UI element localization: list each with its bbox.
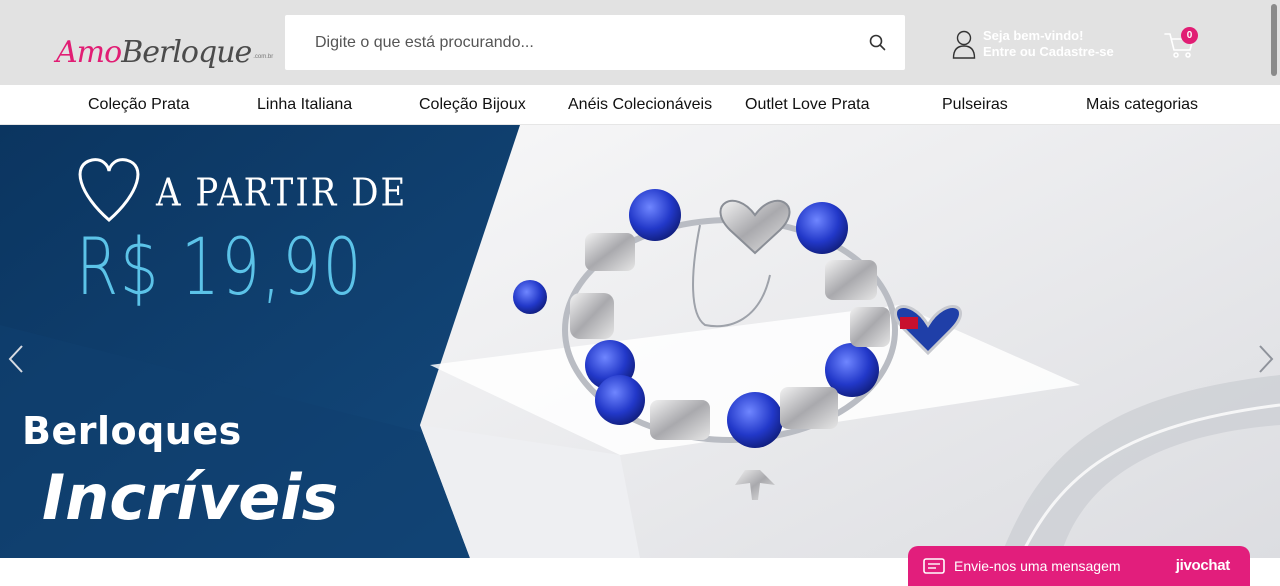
logo-text-berloque: Berloque: [121, 35, 252, 70]
chat-label: Envie-nos uma mensagem: [954, 558, 1121, 574]
nav-item-aneis-colecionaveis[interactable]: Anéis Colecionáveis: [568, 85, 712, 125]
scrollbar-thumb[interactable]: [1271, 4, 1277, 76]
logo-text-amo: Amo: [56, 35, 122, 70]
nav-item-outlet-love-prata[interactable]: Outlet Love Prata: [745, 85, 870, 125]
site-logo[interactable]: AmoBerloque .com.br: [56, 22, 273, 68]
search-icon: [869, 34, 885, 51]
promo-price: R$ 19,90: [76, 223, 363, 313]
hero-banner[interactable]: A PARTIR DE R$ 19,90 Berloques Incríveis: [0, 125, 1280, 558]
search-button[interactable]: [849, 15, 905, 70]
search-input[interactable]: [285, 15, 849, 70]
site-header: AmoBerloque .com.br Seja bem-vindo! Entr…: [0, 0, 1280, 85]
logo-domain: .com.br: [253, 54, 274, 60]
promo-label: A PARTIR DE: [156, 170, 408, 216]
chat-widget[interactable]: Envie-nos uma mensagem jivochat: [908, 546, 1250, 586]
nav-item-mais-categorias[interactable]: Mais categorias: [1086, 85, 1198, 125]
login-register-link[interactable]: Entre ou Cadastre-se: [983, 44, 1114, 60]
search-bar: [285, 15, 905, 70]
message-icon: [923, 558, 945, 574]
carousel-next-button[interactable]: [1252, 337, 1280, 381]
account-link[interactable]: Seja bem-vindo! Entre ou Cadastre-se: [952, 28, 1114, 60]
chat-brand: jivochat: [1175, 557, 1231, 574]
banner-headline: Berloques: [22, 409, 242, 453]
promo-header: A PARTIR DE: [76, 165, 407, 221]
nav-item-colecao-prata[interactable]: Coleção Prata: [88, 85, 189, 125]
heart-icon: [76, 165, 142, 221]
category-nav: Coleção Prata Linha Italiana Coleção Bij…: [0, 85, 1280, 125]
greeting-text: Seja bem-vindo!: [983, 28, 1084, 43]
carousel-prev-button[interactable]: [2, 337, 30, 381]
chevron-left-icon: [8, 345, 23, 373]
logo-text: AmoBerloque: [56, 35, 252, 70]
nav-item-linha-italiana[interactable]: Linha Italiana: [257, 85, 352, 125]
page-scrollbar[interactable]: [1270, 0, 1278, 80]
chevron-right-icon: [1259, 345, 1274, 373]
cart-count-badge: 0: [1181, 27, 1198, 44]
cart-button[interactable]: 0: [1164, 27, 1198, 60]
nav-item-colecao-bijoux[interactable]: Coleção Bijoux: [419, 85, 526, 125]
banner-subheadline: Incríveis: [42, 461, 339, 534]
user-icon: [952, 30, 976, 59]
nav-item-pulseiras[interactable]: Pulseiras: [942, 85, 1008, 125]
